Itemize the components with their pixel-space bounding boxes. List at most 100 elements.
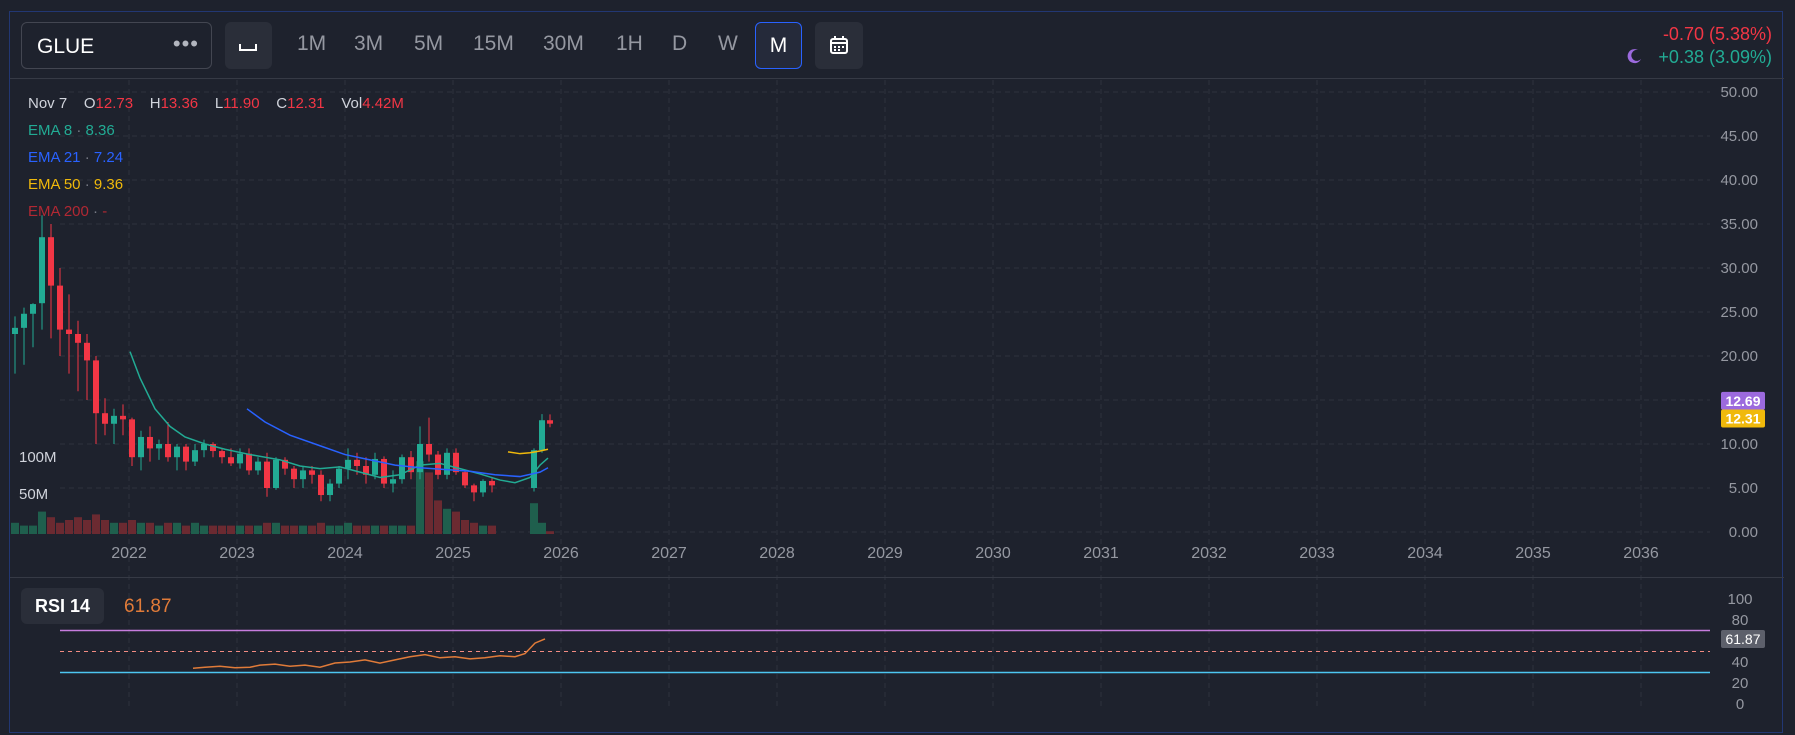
volume-bar [236,525,244,534]
rsi-tick: 100 [1727,591,1752,608]
volume-bar [65,520,73,534]
volume-bar [245,525,253,534]
volume-bar [155,525,163,534]
ema8-line [129,351,549,484]
ema50-legend[interactable]: EMA 50 · 9.36 [28,176,123,193]
rsi-line [192,638,546,670]
volume-bar [452,511,460,534]
volume-bar [119,522,127,534]
candle-body [327,483,333,496]
ema21-legend[interactable]: EMA 21 · 7.24 [28,149,123,166]
time-tick: 2026 [543,545,579,562]
time-tick: 2036 [1623,545,1659,562]
candle-body [84,342,90,361]
legend-l-label: L [214,95,224,112]
legend-low: 11.90 [223,95,260,112]
time-tick: 2032 [1191,545,1227,562]
ema50-label: EMA 50 [28,176,81,193]
ema8-label: EMA 8 [28,122,73,139]
volume-bar [200,525,208,534]
volume-bar [218,525,226,534]
candle-body [300,470,306,480]
volume-bar [317,522,325,534]
volume-bar [434,500,442,534]
candle-body [237,453,243,464]
legend-open: 12.73 [95,95,134,112]
candle-body [147,436,153,449]
volume-bar [461,520,469,534]
pane-divider [10,577,1784,578]
candle-body [129,419,135,458]
candle-body [354,459,360,466]
rsi-tick: 20 [1732,675,1749,692]
ema200-legend[interactable]: EMA 200 · - [28,203,107,220]
candle-body [66,329,72,334]
volume-bar [92,514,100,534]
time-tick: 2027 [651,545,687,562]
volume-bar [326,525,334,534]
candle-body [120,415,126,420]
candle-body [174,446,180,458]
time-tick: 2031 [1083,545,1119,562]
candle-body [309,470,315,475]
volume-bar [83,520,91,534]
time-tick: 2029 [867,545,903,562]
volume-label-100m: 100M [19,449,57,466]
volume-bar [263,522,271,534]
volume-bar [272,522,280,534]
volume-bar [425,472,433,534]
time-tick: 2030 [975,545,1011,562]
volume-bar [182,525,190,534]
ema21-line [246,408,549,478]
volume-bar [11,522,19,534]
time-tick: 2023 [219,545,255,562]
volume-bar [110,522,118,534]
candle-body [345,459,351,469]
volume-bar [47,517,55,534]
ema200-label: EMA 200 [28,203,89,220]
candle-body [219,451,225,458]
volume-bar [29,525,37,534]
ema21-value: 7.24 [93,149,124,166]
candle-body [165,444,171,458]
price-tick: 5.00 [1729,480,1758,497]
candle-body [39,237,45,304]
volume-label-50m: 50M [19,486,49,503]
ema21-label: EMA 21 [28,149,81,166]
volume-bar [209,525,217,534]
volume-bar [74,517,82,534]
ema8-legend[interactable]: EMA 8 · 8.36 [28,122,115,139]
candle-body [547,420,553,424]
candle-body [228,457,234,464]
volume-bar [538,522,546,534]
rsi-label[interactable]: RSI 14 [21,588,104,624]
candle-body [255,461,261,471]
price-tick: 0.00 [1729,524,1758,541]
volume-bar [344,522,352,534]
volume-bar [281,525,289,534]
volume-bar [290,525,298,534]
rsi-value: 61.87 [124,596,172,617]
volume-bar [137,522,145,534]
candle-body [246,453,252,471]
legend-high: 13.36 [160,95,199,112]
ema50-value: 9.36 [93,176,124,193]
candle-body [156,444,162,449]
time-tick: 2034 [1407,545,1443,562]
volume-bar [227,525,235,534]
candle-body [435,454,441,475]
ohlc-legend: Nov 7 O12.73 H13.36 L11.90 C12.31 Vol4.4… [28,95,404,112]
volume-bar [371,525,379,534]
candle-body [264,461,270,488]
candle-body [390,479,396,484]
volume-bar [380,525,388,534]
candle-body [93,360,99,414]
price-tick: 30.00 [1720,260,1758,277]
candle-body [273,459,279,488]
candle-body [453,452,459,473]
candle-body [192,450,198,462]
volume-bar [398,525,406,534]
time-tick: 2024 [327,545,363,562]
volume-bar [299,525,307,534]
volume-bar [254,525,262,534]
